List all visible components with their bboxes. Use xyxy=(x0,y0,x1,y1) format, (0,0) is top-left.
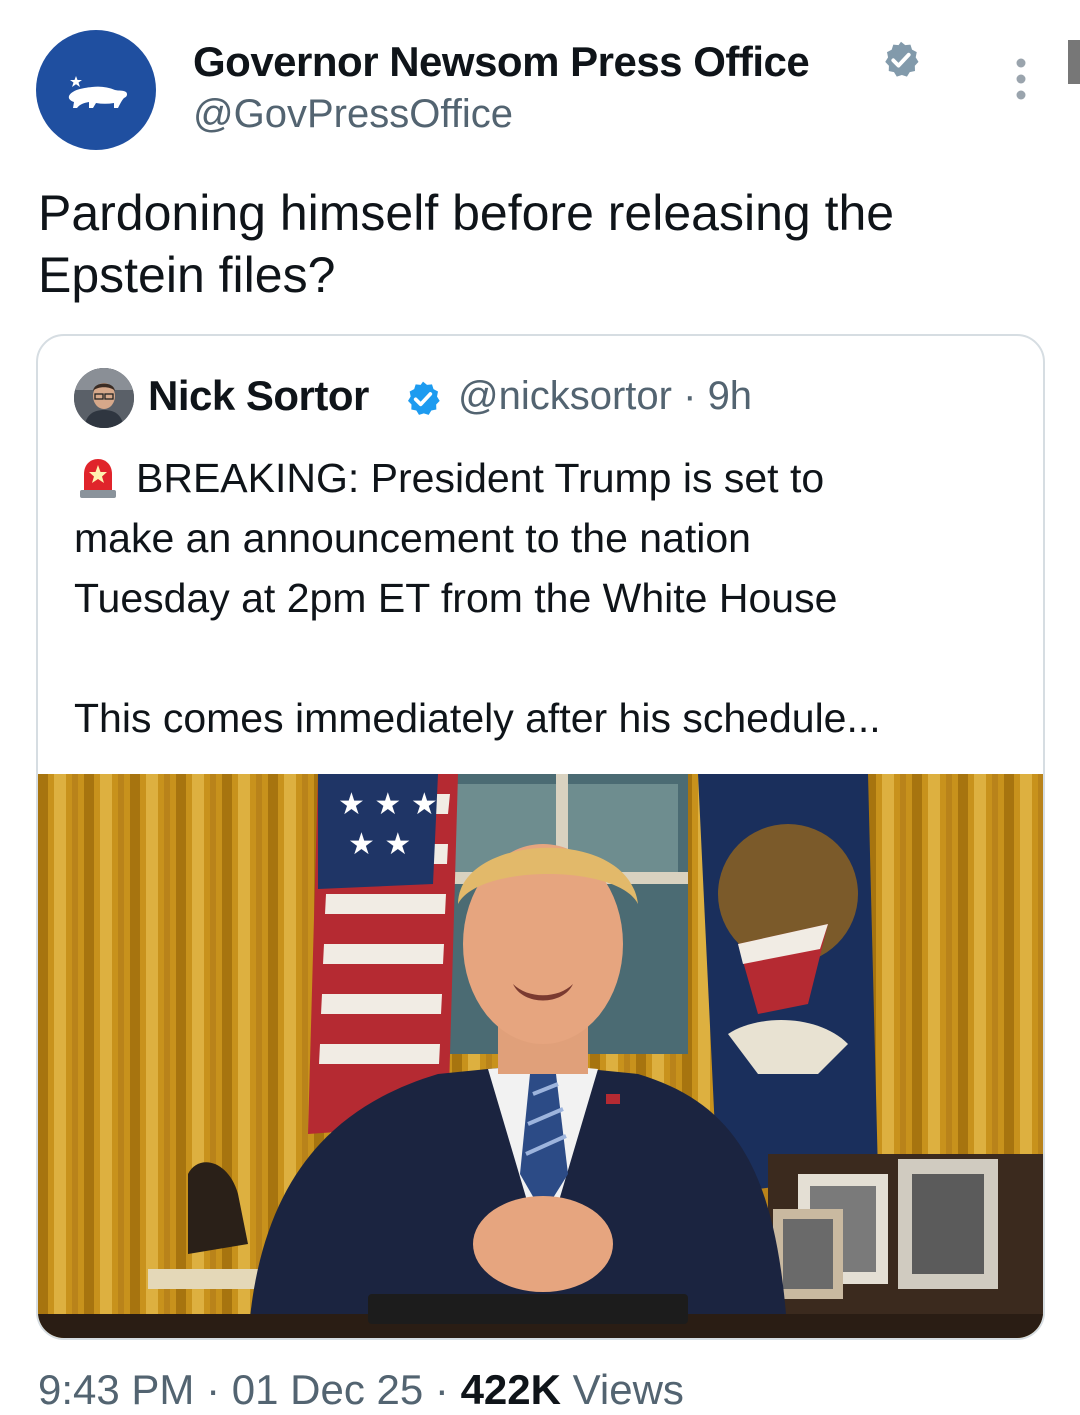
tweet-text-line: Epstein files? xyxy=(38,247,336,303)
california-bear-icon xyxy=(68,76,128,108)
oval-office-photo: ★ ★ ★ ★ ★ xyxy=(38,774,1043,1338)
author-name[interactable]: Governor Newsom Press Office xyxy=(193,38,810,86)
quoted-text-segment: BREAKING: President Trump is set to xyxy=(136,455,825,501)
quoted-text-line: make an announcement to the nation xyxy=(74,515,751,561)
quoted-author-avatar[interactable] xyxy=(74,368,134,428)
post-date[interactable]: 01 Dec 25 xyxy=(232,1366,423,1413)
author-handle[interactable]: @GovPressOffice xyxy=(193,92,513,137)
quoted-media-image[interactable]: ★ ★ ★ ★ ★ xyxy=(38,774,1043,1338)
post-time[interactable]: 9:43 PM xyxy=(38,1366,194,1413)
quoted-tweet-text: BREAKING: President Trump is set to make… xyxy=(74,448,1024,748)
views-label: Views xyxy=(572,1366,684,1413)
person-avatar-icon xyxy=(74,368,134,428)
tweet-meta: 9:43 PM · 01 Dec 25 · 422K Views xyxy=(38,1366,684,1414)
siren-icon xyxy=(80,459,116,498)
quoted-author-meta: @nicksortor · 9h xyxy=(458,374,752,419)
quoted-author-name[interactable]: Nick Sortor xyxy=(148,372,369,420)
quoted-text-truncated: This comes immediately after his schedul… xyxy=(74,695,881,741)
tweet-text: Pardoning himself before releasing the E… xyxy=(38,182,1048,306)
separator-dot: · xyxy=(206,1366,221,1413)
separator-dot: · xyxy=(683,374,697,418)
scroll-indicator xyxy=(1068,40,1080,84)
separator-dot: · xyxy=(434,1366,449,1413)
quoted-post-age[interactable]: 9h xyxy=(708,374,753,418)
verified-badge-icon xyxy=(408,381,440,415)
verified-badge-icon xyxy=(885,41,919,77)
quoted-tweet-card[interactable]: Nick Sortor @nicksortor · 9h BREAKING: P… xyxy=(36,334,1045,1340)
views-count[interactable]: 422K xyxy=(461,1366,561,1413)
tweet-text-line: Pardoning himself before releasing the xyxy=(38,185,895,241)
svg-text:★ ★ ★: ★ ★ ★ xyxy=(338,787,438,822)
quoted-author-handle[interactable]: @nicksortor xyxy=(458,374,672,418)
author-avatar[interactable] xyxy=(36,30,156,150)
quoted-text-line: BREAKING: President Trump is set to xyxy=(74,448,1024,508)
svg-text:★ ★: ★ ★ xyxy=(348,827,411,862)
quoted-text-line: Tuesday at 2pm ET from the White House xyxy=(74,575,838,621)
more-options-icon[interactable] xyxy=(1004,56,1038,102)
